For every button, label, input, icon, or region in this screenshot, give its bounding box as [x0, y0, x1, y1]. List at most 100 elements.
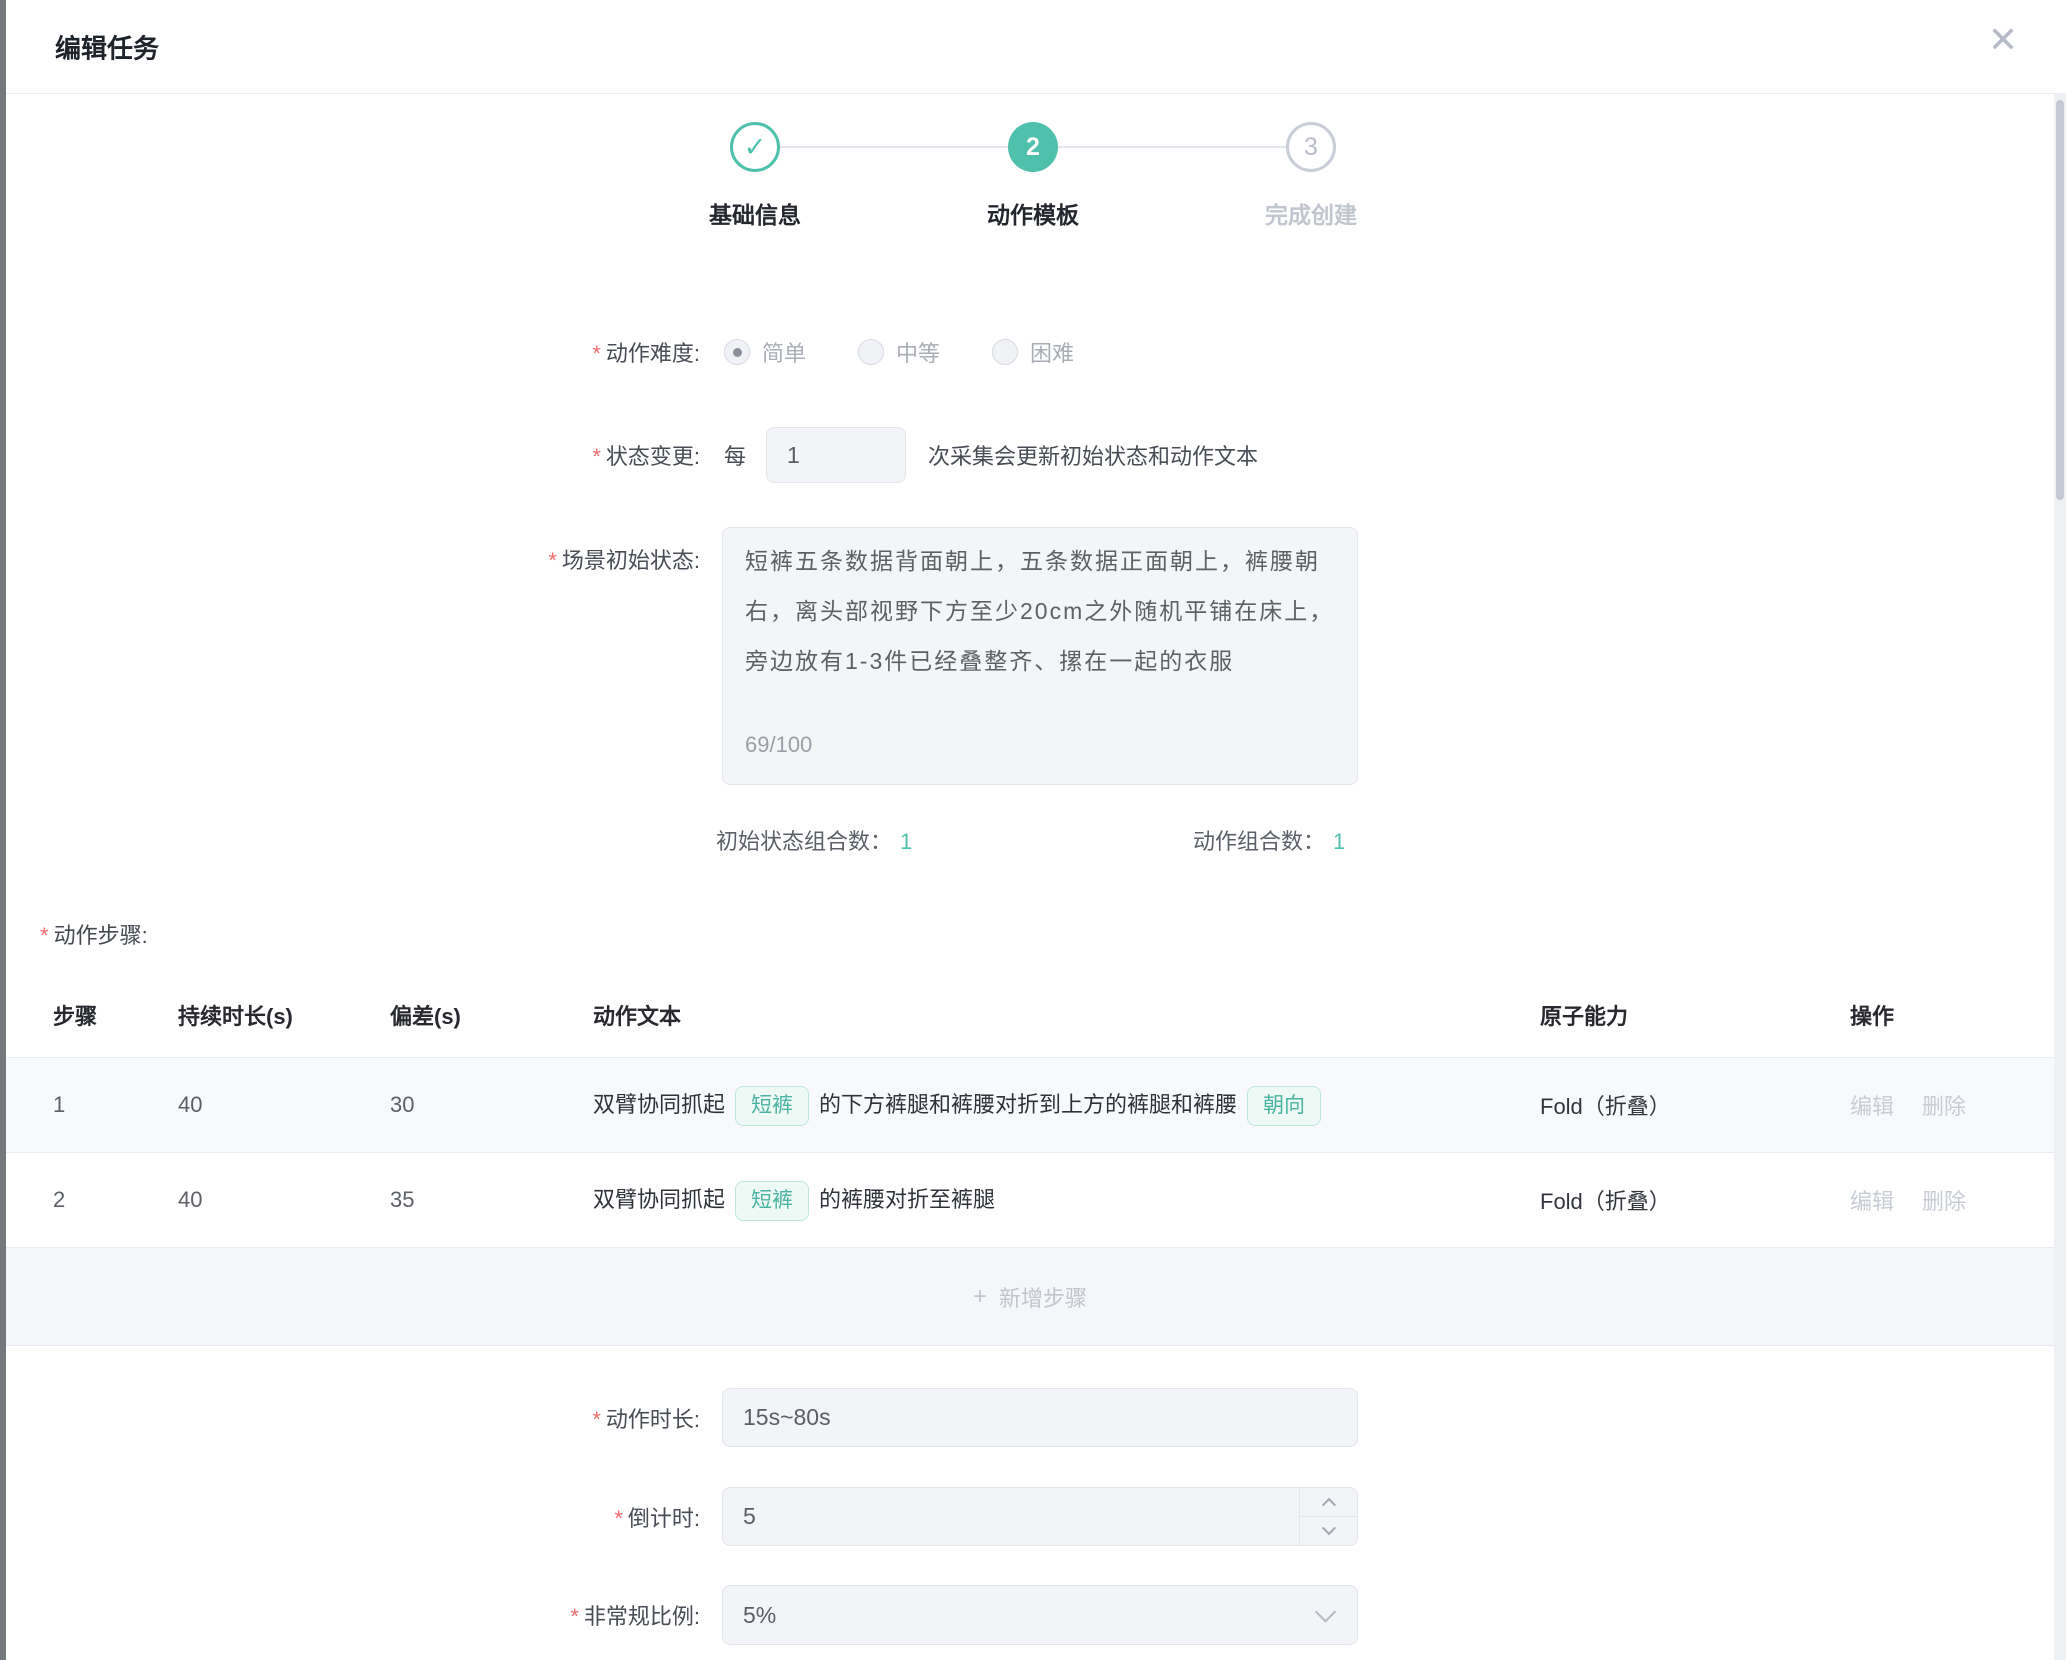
page-title: 编辑任务	[55, 28, 159, 65]
object-tag: 短裤	[735, 1181, 809, 1221]
combo-value: 1	[1333, 829, 1345, 854]
action-text: 双臂协同抓起短裤的裤腰对折至裤腿	[593, 1178, 1540, 1222]
number-spinner	[1299, 1488, 1357, 1545]
countdown-label: *倒计时:	[0, 1501, 700, 1533]
unusual-ratio-select[interactable]: 5%	[722, 1585, 1358, 1645]
header-ability: 原子能力	[1540, 999, 1850, 1031]
radio-circle	[992, 339, 1018, 365]
decrement-button[interactable]	[1300, 1516, 1357, 1545]
combo-label: 初始状态组合数：	[716, 829, 892, 854]
action-duration-label: *动作时长:	[0, 1402, 700, 1434]
state-change-input[interactable]: 1	[766, 427, 906, 483]
text-fragment: 的裤腰对折至裤腿	[819, 1187, 995, 1212]
deviation-value: 30	[390, 1092, 593, 1118]
step-label-3: 完成创建	[1265, 196, 1357, 230]
row-actions: 编辑 删除	[1850, 1089, 2054, 1121]
required-mark: *	[614, 1506, 623, 1531]
table-body: 14030双臂协同抓起短裤的下方裤腿和裤腰对折到上方的裤腿和裤腰朝向Fold（折…	[6, 1057, 2054, 1247]
step-number: 2	[53, 1187, 178, 1213]
required-mark: *	[40, 923, 49, 948]
radio-label: 中等	[896, 336, 940, 368]
unusual-ratio-label: *非常规比例:	[0, 1599, 700, 1631]
step-indicator: ✓ 2 3	[730, 122, 1336, 172]
initial-state-text: 短裤五条数据背面朝上，五条数据正面朝上，裤腰朝右，离头部视野下方至少20cm之外…	[745, 548, 1334, 674]
dialog-header: 编辑任务 ✕	[0, 0, 2066, 94]
state-change-label: *状态变更:	[0, 439, 700, 471]
state-change-prefix: 每	[724, 439, 746, 471]
text-fragment: 的下方裤腿和裤腰对折到上方的裤腿和裤腰	[819, 1092, 1237, 1117]
close-icon[interactable]: ✕	[1988, 22, 2018, 58]
delete-button[interactable]: 删除	[1922, 1094, 1966, 1119]
countdown-input[interactable]: 5	[722, 1487, 1358, 1546]
delete-button[interactable]: 删除	[1922, 1189, 1966, 1214]
chevron-up-icon	[1321, 1498, 1335, 1512]
atomic-ability: Fold（折叠）	[1540, 1184, 1850, 1216]
plus-icon: +	[973, 1285, 987, 1309]
page-edge-strip	[0, 0, 6, 1660]
countdown-value: 5	[743, 1503, 756, 1530]
difficulty-radio-3[interactable]: 困难	[992, 336, 1074, 368]
char-counter: 69/100	[745, 720, 812, 770]
difficulty-radio-group: 简单 中等 困难	[724, 336, 1074, 368]
atomic-ability: Fold（折叠）	[1540, 1089, 1850, 1121]
unusual-ratio-row: *非常规比例: 5%	[0, 1585, 2066, 1645]
required-mark: *	[548, 548, 557, 573]
table-row: 14030双臂协同抓起短裤的下方裤腿和裤腰对折到上方的裤腿和裤腰朝向Fold（折…	[6, 1057, 2054, 1152]
difficulty-radio-2[interactable]: 中等	[858, 336, 940, 368]
header-action-text: 动作文本	[593, 999, 1540, 1031]
action-text: 双臂协同抓起短裤的下方裤腿和裤腰对折到上方的裤腿和裤腰朝向	[593, 1083, 1540, 1127]
header-duration: 持续时长(s)	[178, 999, 390, 1031]
step-number: 1	[53, 1092, 178, 1118]
difficulty-radio-1[interactable]: 简单	[724, 336, 806, 368]
unusual-ratio-value: 5%	[743, 1602, 776, 1629]
duration-value: 40	[178, 1092, 390, 1118]
initial-state-row: *场景初始状态: 短裤五条数据背面朝上，五条数据正面朝上，裤腰朝右，离头部视野下…	[0, 527, 2066, 785]
action-duration-input[interactable]: 15s~80s	[722, 1388, 1358, 1447]
action-combo-count: 动作组合数： 1	[1193, 824, 1345, 856]
required-mark: *	[592, 444, 601, 469]
step-connector	[1058, 146, 1286, 148]
add-step-button[interactable]: + 新增步骤	[973, 1281, 1087, 1313]
chevron-down-icon	[1321, 1521, 1335, 1535]
radio-circle	[724, 339, 750, 365]
edit-button[interactable]: 编辑	[1850, 1094, 1894, 1119]
state-change-row: *状态变更: 每 1 次采集会更新初始状态和动作文本	[0, 426, 2066, 484]
step-label-2: 动作模板	[987, 196, 1079, 230]
add-step-label: 新增步骤	[999, 1281, 1087, 1313]
text-fragment: 双臂协同抓起	[593, 1092, 725, 1117]
object-tag: 朝向	[1247, 1086, 1321, 1126]
header-deviation: 偏差(s)	[390, 999, 593, 1031]
initial-state-combo-count: 初始状态组合数： 1	[716, 824, 912, 856]
text-fragment: 双臂协同抓起	[593, 1187, 725, 1212]
step-circle-3: 3	[1286, 122, 1336, 172]
deviation-value: 35	[390, 1187, 593, 1213]
table-row: 24035双臂协同抓起短裤的裤腰对折至裤腿Fold（折叠）编辑删除	[6, 1152, 2054, 1247]
header-step: 步骤	[53, 999, 178, 1031]
duration-value: 40	[178, 1187, 390, 1213]
initial-state-label: *场景初始状态:	[0, 527, 700, 575]
action-duration-row: *动作时长: 15s~80s	[0, 1388, 2066, 1447]
required-mark: *	[592, 1407, 601, 1432]
chevron-down-icon	[1315, 1601, 1336, 1622]
add-step-row: + 新增步骤	[6, 1247, 2054, 1346]
initial-state-textarea[interactable]: 短裤五条数据背面朝上，五条数据正面朝上，裤腰朝右，离头部视野下方至少20cm之外…	[722, 527, 1358, 785]
required-mark: *	[592, 341, 601, 366]
state-change-suffix: 次采集会更新初始状态和动作文本	[928, 439, 1258, 471]
table-header: 步骤 持续时长(s) 偏差(s) 动作文本 原子能力 操作	[6, 983, 2054, 1057]
combo-value: 1	[900, 829, 912, 854]
row-actions: 编辑 删除	[1850, 1184, 2054, 1216]
radio-circle	[858, 339, 884, 365]
increment-button[interactable]	[1300, 1488, 1357, 1516]
action-steps-table: 步骤 持续时长(s) 偏差(s) 动作文本 原子能力 操作 14030双臂协同抓…	[6, 983, 2054, 1346]
difficulty-row: *动作难度: 简单 中等 困难	[0, 326, 2066, 378]
step-circle-2: 2	[1008, 122, 1058, 172]
difficulty-label: *动作难度:	[0, 336, 700, 368]
edit-button[interactable]: 编辑	[1850, 1189, 1894, 1214]
step-circle-1: ✓	[730, 122, 780, 172]
object-tag: 短裤	[735, 1086, 809, 1126]
countdown-row: *倒计时: 5	[0, 1487, 2066, 1546]
header-operations: 操作	[1850, 999, 2054, 1031]
required-mark: *	[570, 1604, 579, 1629]
combo-label: 动作组合数：	[1193, 829, 1325, 854]
radio-label: 简单	[762, 336, 806, 368]
